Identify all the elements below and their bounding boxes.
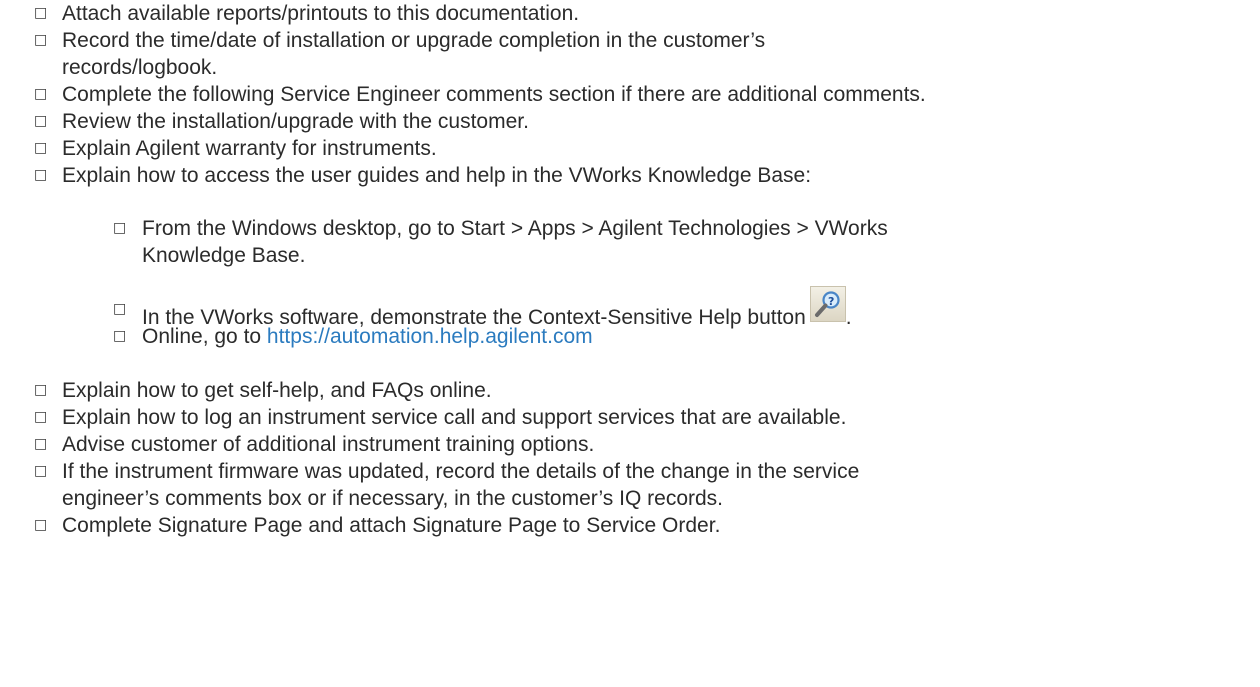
checkbox-icon[interactable]: □ (34, 0, 62, 27)
checkbox-icon[interactable]: □ (34, 404, 62, 431)
list-item: □ Complete Signature Page and attach Sig… (34, 512, 720, 539)
svg-text:?: ? (828, 295, 834, 308)
list-item-text: Explain how to access the user guides an… (62, 164, 812, 187)
checkbox-icon[interactable]: □ (113, 215, 142, 242)
list-item: □ Review the installation/upgrade with t… (34, 108, 529, 135)
list-item-text: Record the time/date of installation or … (62, 29, 766, 79)
context-sensitive-help-icon: ? (809, 286, 846, 322)
sub-list-item-text: From the Windows desktop, go to Start > … (142, 217, 888, 267)
sub-list-item: □ From the Windows desktop, go to Start … (113, 215, 888, 269)
checkbox-icon[interactable]: □ (34, 377, 62, 404)
list-item: □ Explain Agilent warranty for instrumen… (34, 135, 437, 162)
checkbox-icon[interactable]: □ (34, 431, 62, 458)
list-item: □ Explain how to access the user guides … (34, 162, 811, 189)
list-item: □ Record the time/date of installation o… (34, 27, 765, 81)
checkbox-icon[interactable]: □ (113, 296, 142, 323)
list-item-text: Complete Signature Page and attach Signa… (62, 514, 721, 537)
checkbox-icon[interactable]: □ (34, 27, 62, 54)
list-item-text: If the instrument firmware was updated, … (62, 460, 860, 510)
list-item: □ Explain how to log an instrument servi… (34, 404, 846, 431)
sub-list-item-text: Online, go to https://automation.help.ag… (142, 325, 593, 348)
list-item-text: Explain Agilent warranty for instruments… (62, 137, 437, 160)
checkbox-icon[interactable]: □ (34, 512, 62, 539)
list-item: □ Explain how to get self-help, and FAQs… (34, 377, 492, 404)
sub-list-item: □ Online, go to https://automation.help.… (113, 323, 593, 350)
list-item-text: Attach available reports/printouts to th… (62, 2, 580, 25)
checkbox-icon[interactable]: □ (34, 81, 62, 108)
checkbox-icon[interactable]: □ (113, 323, 142, 350)
help-site-link[interactable]: https://automation.help.agilent.com (267, 325, 593, 348)
checkbox-icon[interactable]: □ (34, 108, 62, 135)
list-item-text: Advise customer of additional instrument… (62, 433, 595, 456)
list-item-text: Review the installation/upgrade with the… (62, 110, 529, 133)
list-item-text: Explain how to log an instrument service… (62, 406, 847, 429)
list-item-text: Complete the following Service Engineer … (62, 83, 926, 106)
list-item: □ If the instrument firmware was updated… (34, 458, 859, 512)
list-item: □ Complete the following Service Enginee… (34, 81, 926, 108)
list-item: □ Advise customer of additional instrume… (34, 431, 594, 458)
list-item-text: Explain how to get self-help, and FAQs o… (62, 379, 492, 402)
checkbox-icon[interactable]: □ (34, 458, 62, 485)
checkbox-icon[interactable]: □ (34, 162, 62, 189)
list-item: □ Attach available reports/printouts to … (34, 0, 579, 27)
checkbox-icon[interactable]: □ (34, 135, 62, 162)
